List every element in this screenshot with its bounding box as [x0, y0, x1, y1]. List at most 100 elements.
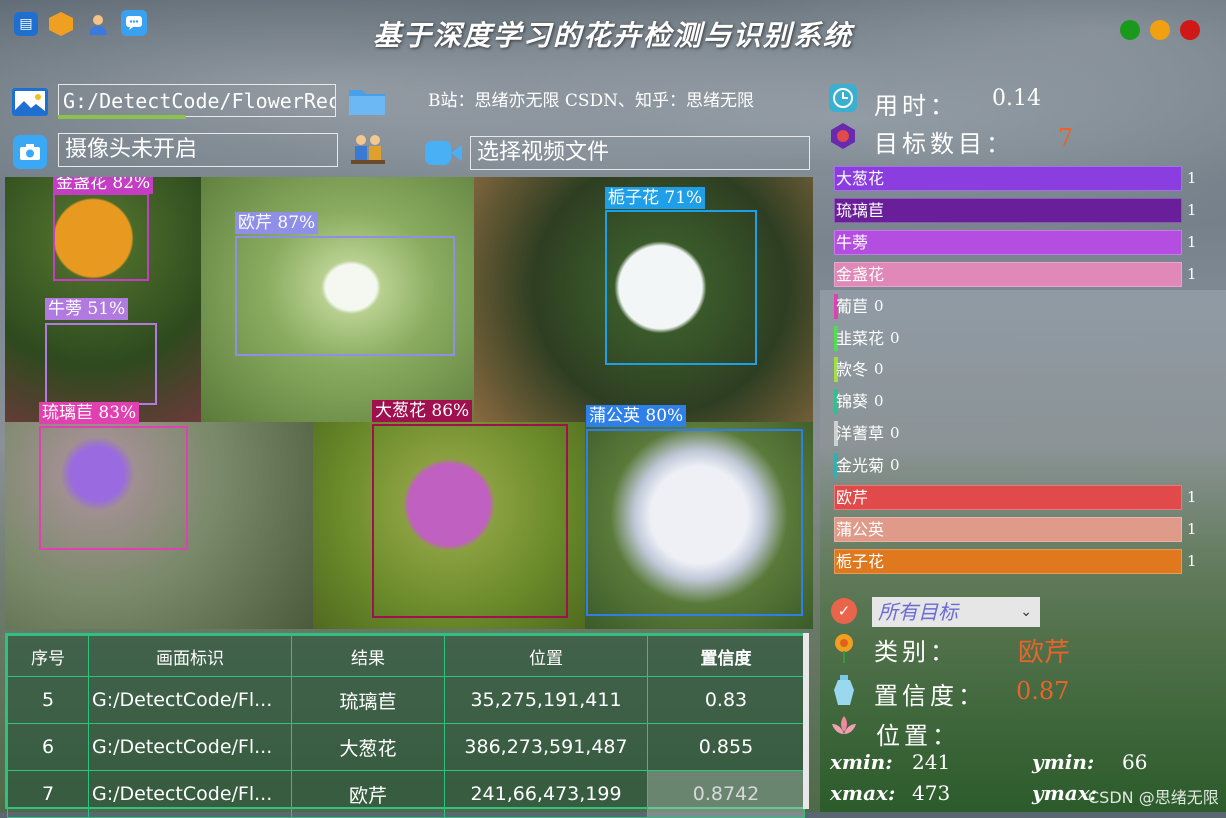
- detection-box-burdock: [45, 323, 157, 405]
- minimize-button[interactable]: [1150, 20, 1170, 40]
- class-bar-count: 0: [874, 360, 884, 378]
- cell-source: G:/DetectCode/Fl...: [88, 723, 292, 771]
- target-icon: [829, 122, 857, 154]
- class-value: 欧芹: [1018, 638, 1071, 668]
- table-header-row: 序号 画面标识 结果 位置 置信度: [7, 635, 805, 677]
- detection-label: 栀子花 71%: [605, 187, 706, 209]
- class-bar-label: 葡苣: [836, 297, 869, 316]
- class-bar-count: 1: [1187, 265, 1197, 283]
- detection-label: 琉璃苣 83%: [39, 402, 140, 424]
- image-icon[interactable]: [12, 88, 48, 116]
- progress-bar: [58, 115, 186, 119]
- detection-box-borage: [39, 426, 188, 550]
- clock-icon: [829, 84, 857, 116]
- class-bar-label: 牛蒡: [836, 233, 869, 252]
- vase-icon: [832, 674, 856, 710]
- target-filter-select[interactable]: 所有目标 ⌄: [872, 597, 1040, 627]
- class-bar-label: 韭菜花: [836, 329, 885, 348]
- cell-source: G:/DetectCode/Fl...: [88, 770, 292, 818]
- watermark: CSDN @思绪无限: [1088, 788, 1219, 807]
- class-bar-label: 锦葵: [836, 392, 869, 411]
- table-scrollbar[interactable]: [803, 633, 809, 809]
- confidence-label: 置信度：: [874, 682, 986, 710]
- target-filter-value: 所有目标: [878, 600, 958, 624]
- class-bar-count: 1: [1187, 520, 1197, 538]
- video-file-field[interactable]: 选择视频文件: [470, 136, 810, 170]
- class-bar-count: 0: [890, 456, 900, 474]
- ymin-value: 66: [1122, 750, 1148, 774]
- cell-position: 386,273,591,487: [444, 723, 648, 771]
- cell-confidence: 0.855: [647, 723, 805, 771]
- detection-label: 蒲公英 80%: [586, 405, 687, 427]
- column-header-source[interactable]: 画面标识: [88, 635, 292, 677]
- class-bar-count: 0: [890, 424, 900, 442]
- path-field[interactable]: G:/DetectCode/FlowerRec: [58, 84, 336, 117]
- class-bar-count: 0: [890, 329, 900, 347]
- column-header-result[interactable]: 结果: [291, 635, 445, 677]
- results-table: 序号 画面标识 结果 位置 置信度 5 G:/DetectCode/Fl... …: [5, 633, 807, 818]
- cell-result: 大葱花: [291, 723, 445, 771]
- detection-label: 金盏花 82%: [53, 177, 154, 194]
- xmin-label: xmin:: [830, 750, 893, 774]
- class-bar-count: 0: [874, 392, 884, 410]
- class-bar-label: 金光菊: [836, 456, 885, 475]
- class-bar-count: 0: [874, 297, 884, 315]
- credits-text: B站：思绪亦无限 CSDN、知乎：思绪无限: [428, 91, 755, 111]
- class-bar: [834, 549, 1182, 574]
- xmax-value: 473: [912, 781, 951, 805]
- detection-image: 金盏花 82% 欧芹 87% 栀子花 71% 牛蒡 51% 琉璃苣 83% 大葱…: [5, 177, 813, 629]
- class-bar: [834, 517, 1182, 542]
- class-bar-label: 金盏花: [836, 265, 885, 284]
- people-icon[interactable]: [349, 133, 387, 171]
- class-bar: [834, 485, 1182, 510]
- check-icon: ✓: [831, 598, 857, 624]
- detection-box-marigold: [53, 193, 149, 281]
- class-bar-count: 1: [1187, 552, 1197, 570]
- cell-index: 7: [7, 770, 89, 818]
- class-bar: [834, 230, 1182, 255]
- class-bar: [834, 166, 1182, 191]
- detection-box-allium: [372, 424, 568, 618]
- cell-position: 241,66,473,199: [444, 770, 648, 818]
- table-row[interactable]: 6 G:/DetectCode/Fl... 大葱花 386,273,591,48…: [7, 723, 805, 771]
- cell-result: 欧芹: [291, 770, 445, 818]
- class-bar-label: 蒲公英: [836, 520, 885, 539]
- count-value: 7: [1058, 124, 1074, 152]
- class-label: 类别：: [874, 638, 958, 666]
- class-bar-count: 1: [1187, 233, 1197, 251]
- class-bar: [834, 198, 1182, 223]
- class-bar-label: 洋蓍草: [836, 424, 885, 443]
- class-bar-label: 大葱花: [836, 169, 885, 188]
- column-header-position[interactable]: 位置: [444, 635, 648, 677]
- cell-confidence-selected: 0.8742: [647, 770, 805, 818]
- detection-label: 欧芹 87%: [235, 212, 319, 234]
- xmin-value: 241: [912, 750, 951, 774]
- class-bar-count: 1: [1187, 488, 1197, 506]
- column-header-confidence[interactable]: 置信度: [647, 635, 805, 677]
- cell-index: 6: [7, 723, 89, 771]
- folder-icon[interactable]: [348, 86, 386, 120]
- class-bar: [834, 262, 1182, 287]
- class-bar-count: 1: [1187, 169, 1197, 187]
- confidence-value: 0.87: [1016, 677, 1070, 705]
- camera-status-field: 摄像头未开启: [58, 133, 338, 167]
- class-bar-label: 欧芹: [836, 488, 869, 507]
- close-button[interactable]: [1180, 20, 1200, 40]
- table-row[interactable]: 5 G:/DetectCode/Fl... 琉璃苣 35,275,191,411…: [7, 676, 805, 724]
- camera-icon[interactable]: [13, 135, 47, 169]
- count-label: 目标数目：: [874, 130, 1014, 158]
- maximize-button[interactable]: [1120, 20, 1140, 40]
- flower-icon: [830, 632, 858, 668]
- video-icon[interactable]: [424, 140, 464, 170]
- table-row[interactable]: 7 G:/DetectCode/Fl... 欧芹 241,66,473,199 …: [7, 770, 805, 818]
- detection-label: 牛蒡 51%: [45, 298, 129, 320]
- detection-label: 大葱花 86%: [372, 400, 473, 422]
- cell-result: 琉璃苣: [291, 676, 445, 724]
- time-value: 0.14: [992, 86, 1041, 111]
- column-header-index[interactable]: 序号: [7, 635, 89, 677]
- class-bar-count: 1: [1187, 201, 1197, 219]
- lotus-icon: [830, 714, 858, 744]
- class-bar-label: 栀子花: [836, 552, 885, 571]
- app-title: 基于深度学习的花卉检测与识别系统: [372, 19, 853, 52]
- detection-box-gardenia: [605, 210, 757, 365]
